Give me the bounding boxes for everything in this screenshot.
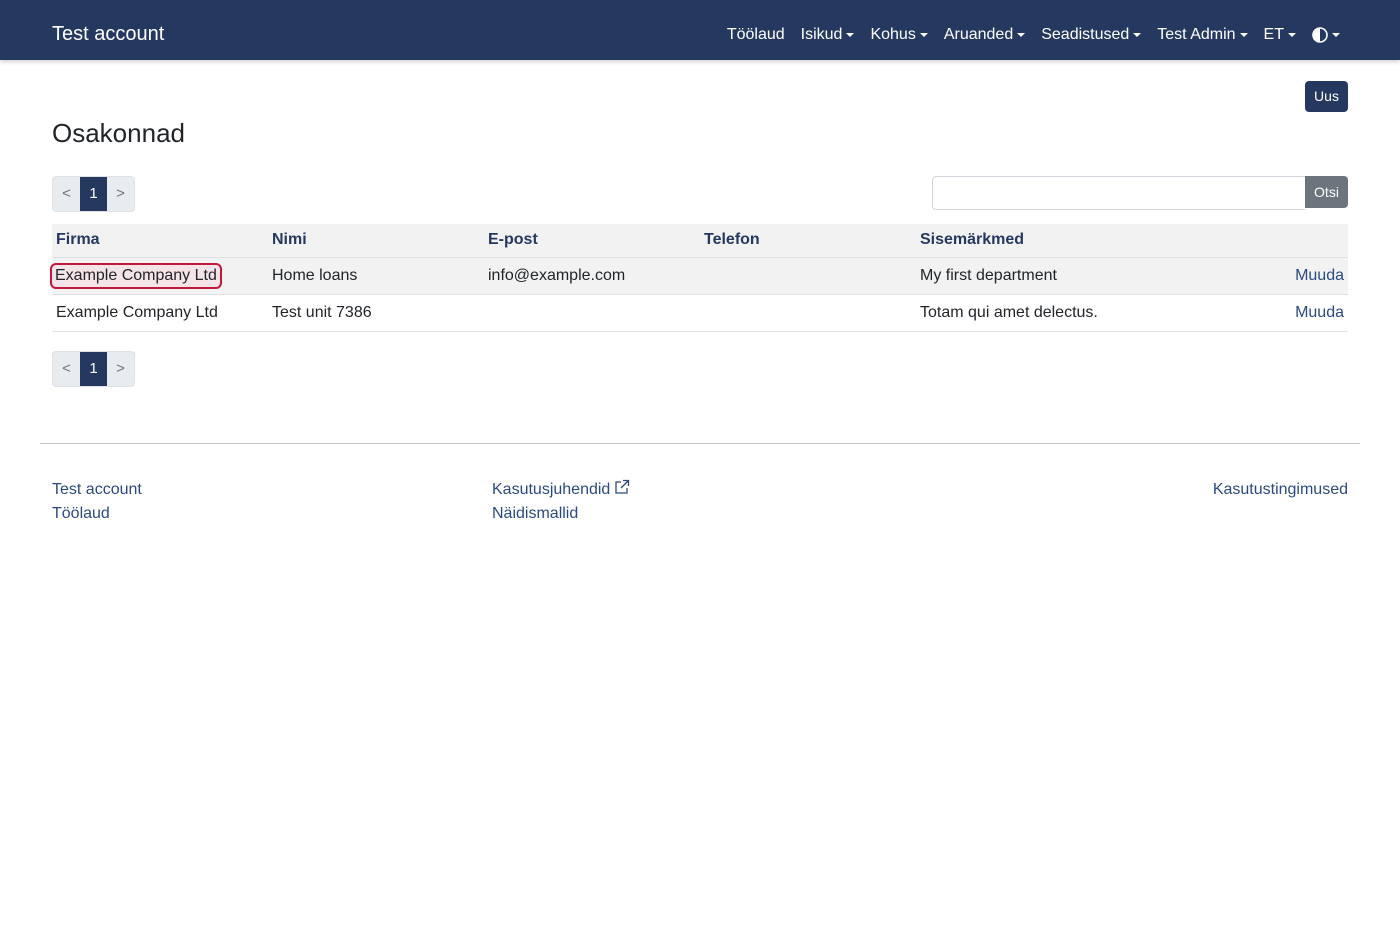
- nav-item-seadistused[interactable]: Seadistused: [1041, 24, 1142, 46]
- caret-down-icon: [1332, 33, 1340, 37]
- cell-epost: [484, 294, 700, 332]
- caret-down-icon: [1288, 33, 1296, 37]
- cell-sisemarkmed: My first department: [916, 257, 1216, 295]
- caret-down-icon: [846, 33, 855, 37]
- prev-page-button[interactable]: <: [53, 177, 80, 211]
- nav-item-label: Aruanded: [943, 26, 1014, 43]
- footer-link-terms[interactable]: Kasutustingimused: [1213, 478, 1348, 502]
- column-header-epost[interactable]: E-post: [484, 224, 700, 258]
- new-department-button[interactable]: Uus: [1305, 81, 1348, 112]
- contrast-icon: [1312, 27, 1328, 43]
- cell-firma: Example Company Ltd: [50, 257, 268, 295]
- page-title: Osakonnad: [52, 118, 185, 148]
- search-input[interactable]: [932, 176, 1305, 210]
- search-button[interactable]: Otsi: [1305, 176, 1348, 208]
- pagination-top: < 1 >: [52, 176, 135, 212]
- cell-action: Muuda: [1216, 294, 1348, 332]
- nav-item-theme[interactable]: [1312, 27, 1340, 43]
- nav-item-user-menu[interactable]: Test Admin: [1157, 24, 1248, 46]
- nav-item-language[interactable]: ET: [1264, 24, 1296, 46]
- footer-column-2: Kasutusjuhendid Näidismallid: [492, 478, 630, 526]
- table-header-row: Firma Nimi E-post Telefon Sisemärkmed: [52, 224, 1348, 258]
- main-nav: Töölaud Isikud Kohus Aruanded Seadistuse…: [727, 24, 1340, 46]
- footer-link-account[interactable]: Test account: [52, 478, 142, 502]
- next-page-button[interactable]: >: [107, 352, 134, 386]
- caret-down-icon: [1239, 33, 1248, 37]
- footer-link-templates[interactable]: Näidismallid: [492, 502, 630, 526]
- cell-nimi: Home loans: [268, 257, 484, 295]
- nav-item-isikud[interactable]: Isikud: [801, 24, 855, 46]
- cell-firma: Example Company Ltd: [52, 294, 268, 332]
- nav-item-toolaud[interactable]: Töölaud: [727, 24, 785, 46]
- nav-item-label: Isikud: [800, 26, 843, 43]
- footer-link-guides[interactable]: Kasutusjuhendid: [492, 478, 630, 502]
- table-row: Example Company Ltd Test unit 7386 Totam…: [52, 294, 1348, 332]
- column-header-nimi[interactable]: Nimi: [268, 224, 484, 258]
- nav-item-label: Töölaud: [726, 26, 785, 43]
- edit-link[interactable]: Muuda: [1295, 267, 1344, 284]
- nav-item-label: Test Admin: [1157, 26, 1236, 43]
- caret-down-icon: [1017, 33, 1026, 37]
- departments-table: Firma Nimi E-post Telefon Sisemärkmed Ex…: [50, 224, 1348, 332]
- nav-item-label: ET: [1263, 26, 1284, 43]
- top-navbar: Test account Töölaud Isikud Kohus Aruand…: [0, 0, 1400, 60]
- cell-epost: info@example.com: [484, 257, 700, 295]
- highlighted-company-name[interactable]: Example Company Ltd: [50, 262, 222, 289]
- brand-link[interactable]: Test account: [52, 22, 164, 46]
- next-page-button[interactable]: >: [107, 177, 134, 211]
- footer-link-dashboard[interactable]: Töölaud: [52, 502, 142, 526]
- column-header-sisemarkmed[interactable]: Sisemärkmed: [916, 224, 1216, 258]
- nav-item-aruanded[interactable]: Aruanded: [943, 24, 1026, 46]
- edit-link[interactable]: Muuda: [1295, 304, 1344, 321]
- cell-telefon: [700, 294, 916, 332]
- column-header-telefon[interactable]: Telefon: [700, 224, 916, 258]
- column-header-actions: [1216, 224, 1348, 258]
- page-number-button[interactable]: 1: [80, 352, 107, 386]
- nav-item-kohus[interactable]: Kohus: [870, 24, 928, 46]
- footer-divider: [40, 443, 1360, 444]
- column-header-firma[interactable]: Firma: [52, 224, 268, 258]
- footer-column-1: Test account Töölaud: [52, 478, 142, 526]
- cell-telefon: [700, 257, 916, 295]
- cell-nimi: Test unit 7386: [268, 294, 484, 332]
- caret-down-icon: [919, 33, 928, 37]
- nav-item-label: Seadistused: [1041, 26, 1130, 43]
- footer-link-label: Kasutusjuhendid: [492, 481, 611, 498]
- cell-sisemarkmed: Totam qui amet delectus.: [916, 294, 1216, 332]
- nav-item-label: Kohus: [870, 26, 916, 43]
- search-group: Otsi: [932, 176, 1348, 210]
- table-row: Example Company Ltd Home loans info@exam…: [50, 257, 1348, 295]
- pagination-bottom: < 1 >: [52, 351, 135, 387]
- caret-down-icon: [1133, 33, 1142, 37]
- footer-column-3: Kasutustingimused: [1213, 478, 1348, 502]
- cell-action: Muuda: [1216, 257, 1348, 295]
- page-number-button[interactable]: 1: [80, 177, 107, 211]
- prev-page-button[interactable]: <: [53, 352, 80, 386]
- external-link-icon: [615, 479, 630, 494]
